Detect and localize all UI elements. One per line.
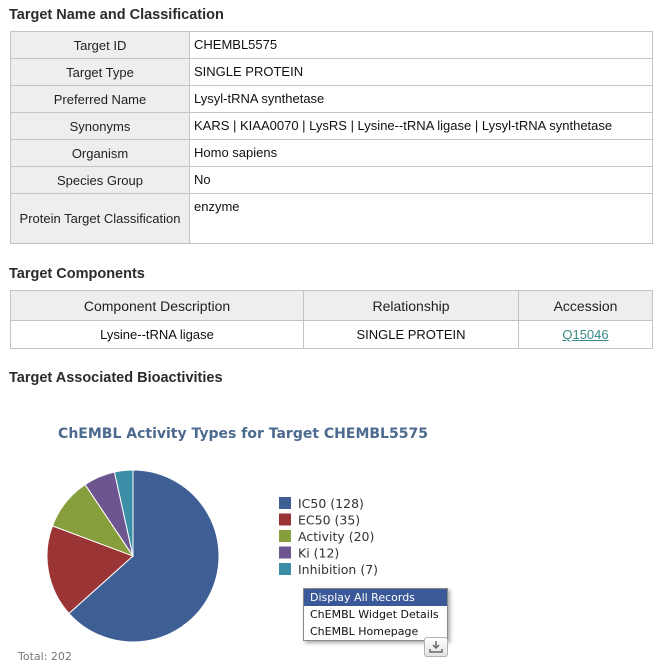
component-relationship: SINGLE PROTEIN <box>303 320 519 349</box>
column-header: Relationship <box>303 290 519 321</box>
menu-item-display-all-records[interactable]: Display All Records <box>304 589 447 606</box>
table-row: Target ID CHEMBL5575 <box>10 31 653 59</box>
row-value: SINGLE PROTEIN <box>189 58 653 86</box>
table-row: Organism Homo sapiens <box>10 139 653 167</box>
column-header: Accession <box>518 290 653 321</box>
components-title: Target Components <box>9 266 145 282</box>
legend-label-ki[interactable]: Ki (12) <box>298 546 339 561</box>
row-value: No <box>189 166 653 194</box>
legend-label-ic50[interactable]: IC50 (128) <box>298 496 364 511</box>
chart-total-label: Total: 202 <box>17 650 72 663</box>
export-button[interactable] <box>424 637 448 657</box>
classification-table: Target ID CHEMBL5575 Target Type SINGLE … <box>10 31 653 244</box>
row-value: KARS | KIAA0070 | LysRS | Lysine--tRNA l… <box>189 112 653 140</box>
bioactivities-title: Target Associated Bioactivities <box>9 370 223 386</box>
legend-swatch-ic50 <box>279 497 291 509</box>
row-value: Lysyl-tRNA synthetase <box>189 85 653 113</box>
table-header-row: Component Description Relationship Acces… <box>10 290 653 321</box>
chart-title: ChEMBL Activity Types for Target CHEMBL5… <box>58 426 428 442</box>
table-row: Synonyms KARS | KIAA0070 | LysRS | Lysin… <box>10 112 653 140</box>
row-label: Synonyms <box>10 112 190 140</box>
row-label: Protein Target Classification <box>10 193 190 244</box>
legend-swatch-activity <box>279 530 291 542</box>
row-value: enzyme <box>189 193 653 244</box>
pie <box>46 469 220 643</box>
legend-swatch-ec50 <box>279 513 291 526</box>
table-row: Target Type SINGLE PROTEIN <box>10 58 653 86</box>
table-row: Preferred Name Lysyl-tRNA synthetase <box>10 85 653 113</box>
row-value: CHEMBL5575 <box>189 31 653 59</box>
legend-swatch-inhibition <box>279 563 291 575</box>
row-label: Organism <box>10 139 190 167</box>
download-icon <box>429 641 443 653</box>
chart-context-menu: Display All Records ChEMBL Widget Detail… <box>303 588 448 641</box>
component-description: Lysine--tRNA ligase <box>10 320 304 349</box>
row-label: Species Group <box>10 166 190 194</box>
column-header: Component Description <box>10 290 304 321</box>
table-row: Species Group No <box>10 166 653 194</box>
legend-label-activity[interactable]: Activity (20) <box>298 529 374 544</box>
chart-legend: IC50 (128) EC50 (35)Activity (20) Ki (12)I… <box>279 496 378 577</box>
legend-swatch-ki <box>279 546 291 559</box>
row-label: Target ID <box>10 31 190 59</box>
row-label: Target Type <box>10 58 190 86</box>
classification-title: Target Name and Classification <box>9 7 224 23</box>
legend-label-inhibition[interactable]: Inhibition (7) <box>298 562 378 577</box>
accession-cell: Q15046 <box>518 320 653 349</box>
table-row: Lysine--tRNA ligase SINGLE PROTEIN Q1504… <box>10 320 653 349</box>
row-label: Preferred Name <box>10 85 190 113</box>
legend-label-ec50[interactable]: EC50 (35) <box>298 513 360 528</box>
row-value: Homo sapiens <box>189 139 653 167</box>
components-table: Component Description Relationship Acces… <box>10 290 653 349</box>
menu-item-widget-details[interactable]: ChEMBL Widget Details <box>304 606 447 623</box>
table-row: Protein Target Classification enzyme <box>10 193 653 244</box>
accession-link[interactable]: Q15046 <box>562 327 608 342</box>
